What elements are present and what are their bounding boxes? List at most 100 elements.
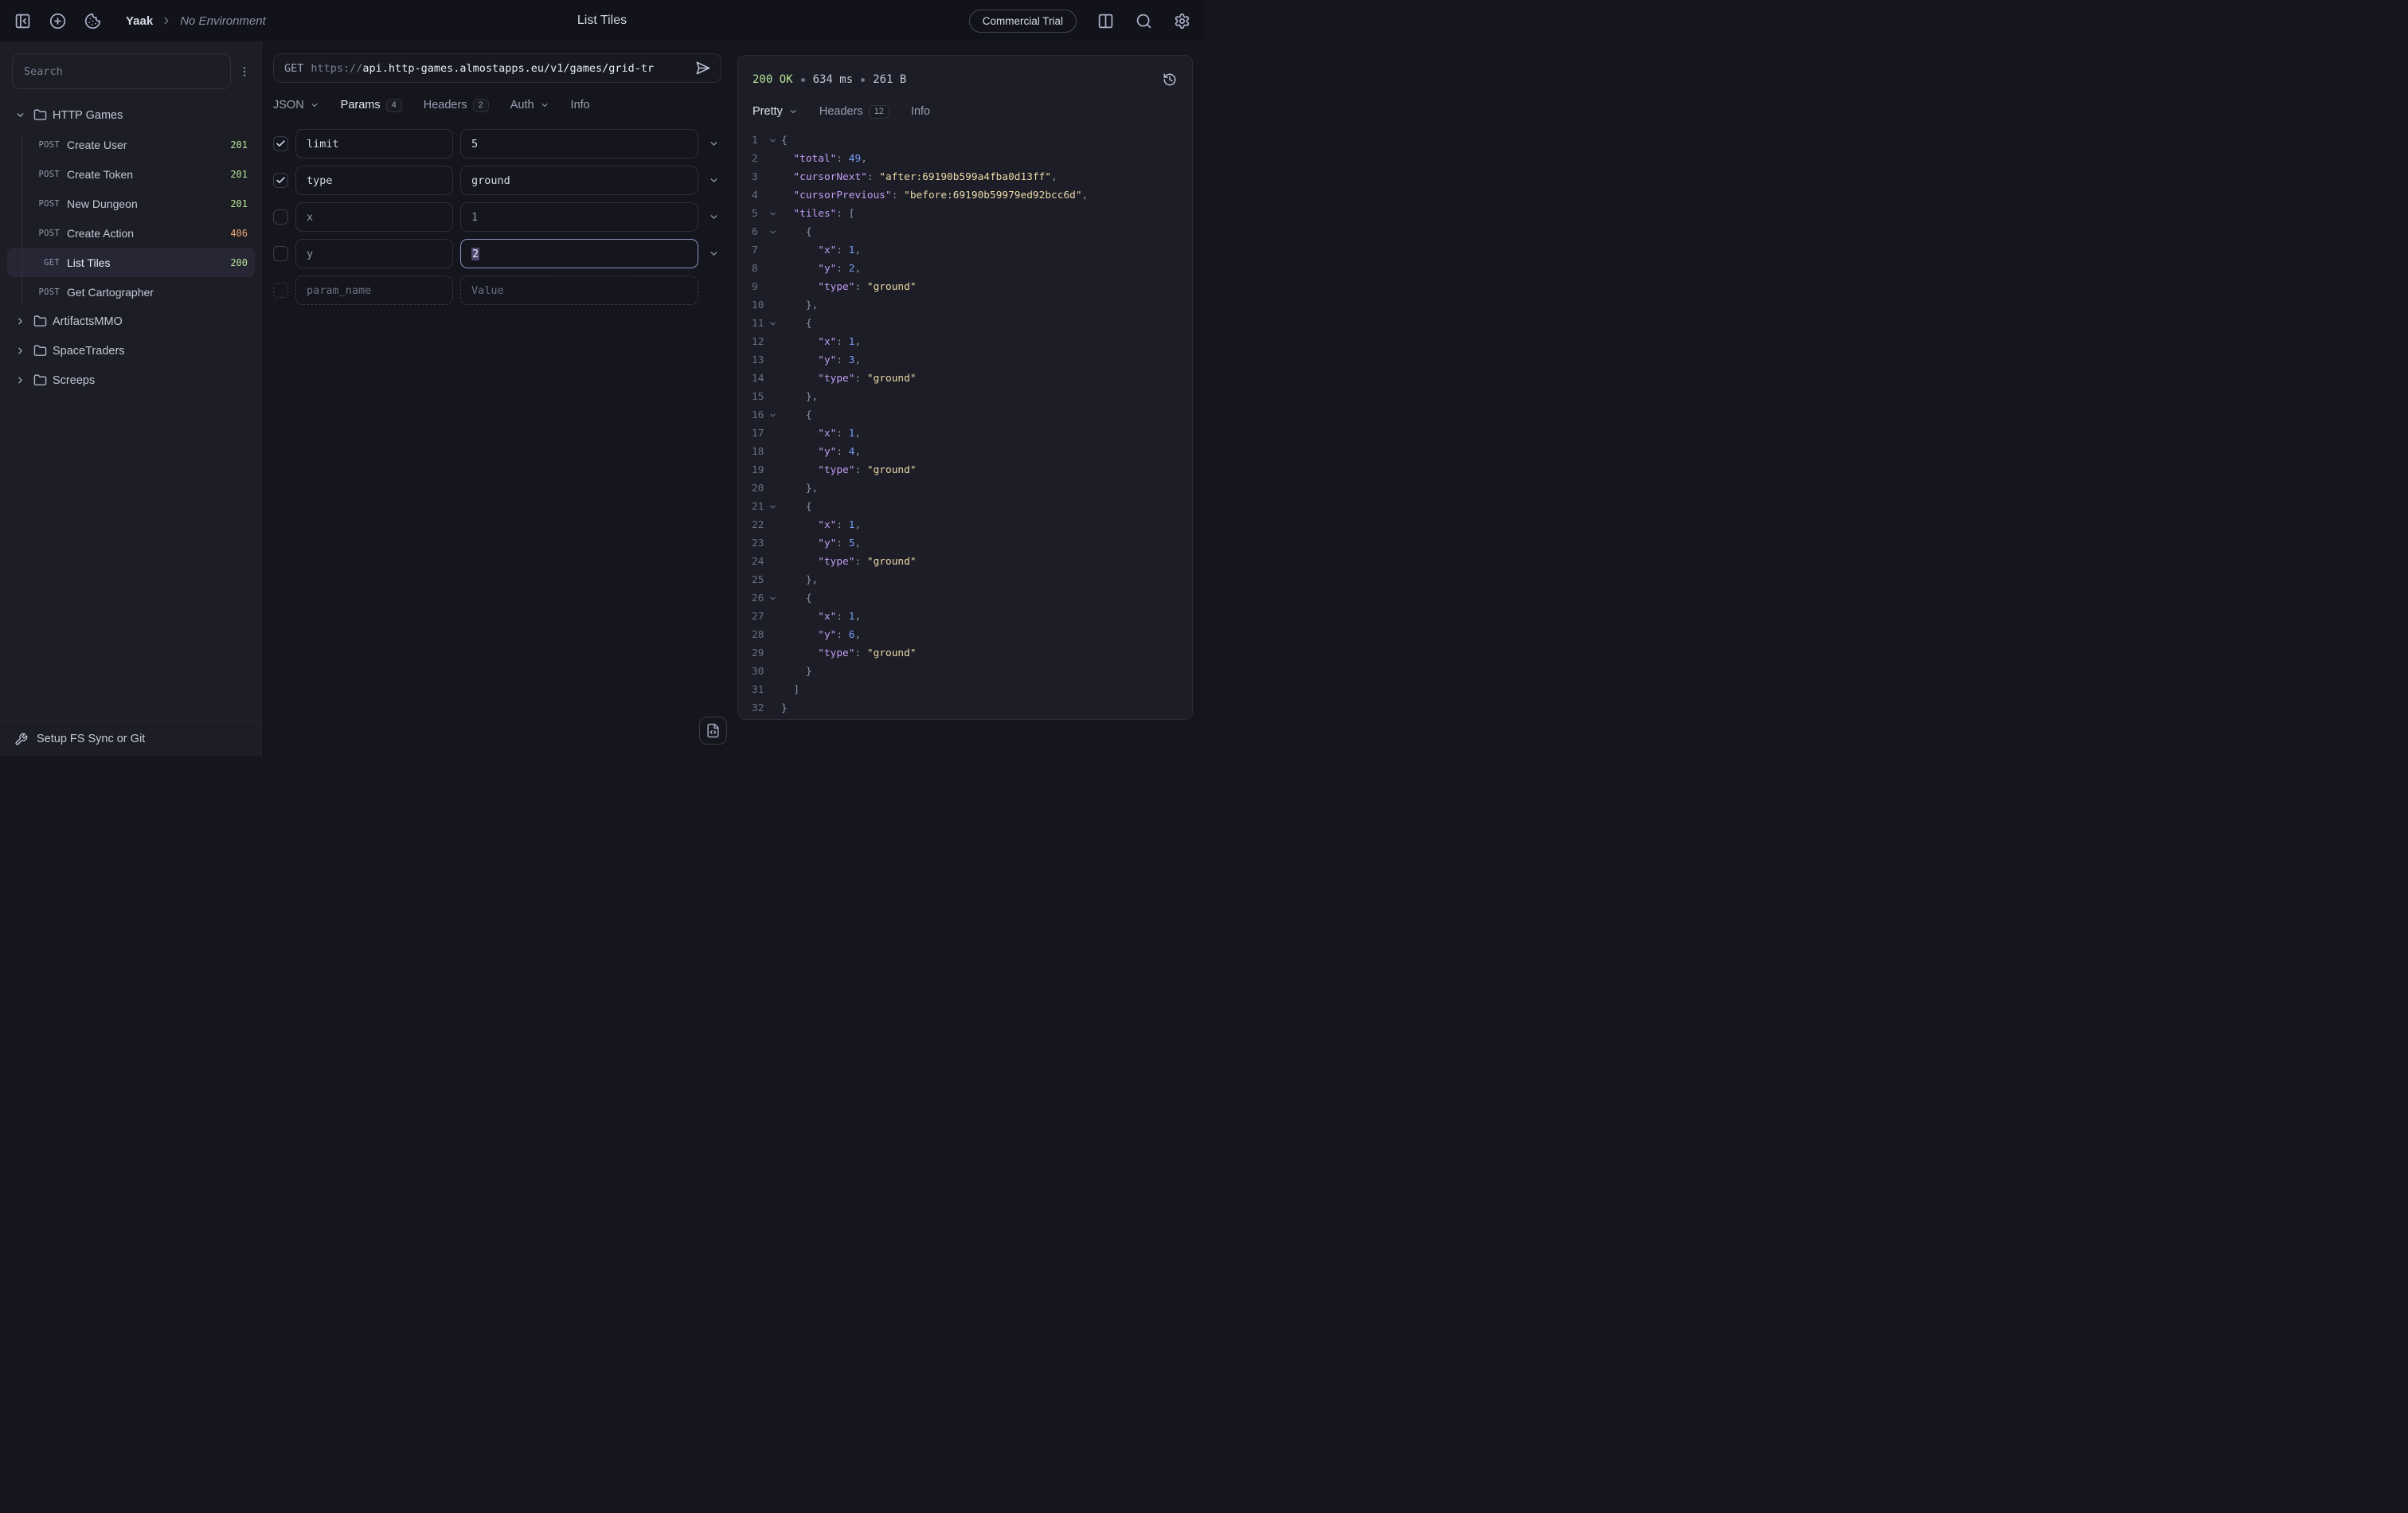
request-tab-headers[interactable]: Headers2 xyxy=(424,99,489,112)
param-name-input[interactable]: limit xyxy=(295,129,453,158)
param-value-dropdown-icon[interactable] xyxy=(706,175,721,186)
search-icon[interactable] xyxy=(1134,11,1153,30)
fold-chevron-icon[interactable] xyxy=(764,209,781,218)
response-tab-info[interactable]: Info xyxy=(911,105,930,118)
sidebar-folder-screeps[interactable]: Screeps xyxy=(7,366,255,395)
url-path: api.http-games.almostapps.eu/v1/games/gr… xyxy=(362,62,654,75)
request-method-label: POST xyxy=(31,229,60,238)
param-value-input[interactable]: ground xyxy=(460,166,698,195)
chevron-down-icon xyxy=(788,107,798,116)
line-number: 26 xyxy=(738,589,764,608)
chevron-right-icon[interactable] xyxy=(10,346,29,356)
request-tab-json[interactable]: JSON xyxy=(273,99,319,111)
fold-chevron-icon[interactable] xyxy=(764,594,781,603)
fold-chevron-icon[interactable] xyxy=(764,228,781,237)
param-enabled-checkbox[interactable] xyxy=(273,209,288,225)
app-body: HTTP GamesPOSTCreate User201POSTCreate T… xyxy=(0,42,1204,756)
fold-chevron-icon[interactable] xyxy=(764,411,781,420)
line-number: 10 xyxy=(738,296,764,315)
param-name-input[interactable]: param_name xyxy=(295,276,453,305)
chevron-down-icon[interactable] xyxy=(10,110,29,120)
sidebar-folder-http-games[interactable]: HTTP Games xyxy=(7,100,255,130)
param-name-input[interactable]: y xyxy=(295,239,453,268)
param-enabled-checkbox[interactable] xyxy=(273,246,288,261)
request-tab-auth[interactable]: Auth xyxy=(510,99,549,111)
url-input[interactable]: https://api.http-games.almostapps.eu/v1/… xyxy=(311,62,692,75)
code-line: 18 "y": 4, xyxy=(738,443,1192,461)
split-layout-icon[interactable] xyxy=(1096,11,1115,30)
fold-chevron-icon[interactable] xyxy=(764,502,781,511)
add-request-icon[interactable] xyxy=(48,11,67,30)
line-number: 23 xyxy=(738,534,764,553)
chevron-down-icon xyxy=(310,100,319,110)
environment-selector[interactable]: No Environment xyxy=(180,14,266,28)
sidebar-folder-artifactsmmo[interactable]: ArtifactsMMO xyxy=(7,307,255,336)
param-value-input[interactable]: 1 xyxy=(460,202,698,232)
workspace-name[interactable]: Yaak xyxy=(126,14,153,28)
param-name-input[interactable]: type xyxy=(295,166,453,195)
fold-chevron-icon[interactable] xyxy=(764,319,781,328)
request-tab-info[interactable]: Info xyxy=(571,99,590,111)
status-code-badge: 201 xyxy=(230,198,248,209)
line-number: 17 xyxy=(738,424,764,443)
param-value-dropdown-icon[interactable] xyxy=(706,212,721,222)
param-value-dropdown-icon[interactable] xyxy=(706,248,721,259)
commercial-trial-button[interactable]: Commercial Trial xyxy=(969,10,1077,33)
sidebar-toggle-icon[interactable] xyxy=(13,11,32,30)
code-text: "x": 1, xyxy=(781,424,861,443)
response-body-file-icon[interactable] xyxy=(699,717,727,745)
search-input[interactable] xyxy=(12,53,231,89)
sidebar-item-create-token[interactable]: POSTCreate Token201 xyxy=(7,159,255,189)
code-text: { xyxy=(781,131,788,150)
cookie-icon[interactable] xyxy=(83,11,102,30)
code-line: 11 { xyxy=(738,315,1192,333)
sidebar-item-create-user[interactable]: POSTCreate User201 xyxy=(7,130,255,159)
tab-count-badge: 12 xyxy=(869,105,889,119)
setup-sync-button[interactable]: Setup FS Sync or Git xyxy=(0,721,261,756)
code-text: ] xyxy=(781,681,799,699)
line-number: 19 xyxy=(738,461,764,479)
param-enabled-checkbox[interactable] xyxy=(273,173,288,188)
fold-chevron-icon[interactable] xyxy=(764,136,781,145)
response-tabs: Pretty Headers 12 Info xyxy=(738,100,1192,123)
settings-gear-icon[interactable] xyxy=(1172,11,1191,30)
line-number: 15 xyxy=(738,388,764,406)
param-value-input[interactable]: 5 xyxy=(460,129,698,158)
sidebar-item-list-tiles[interactable]: GETList Tiles200 xyxy=(7,248,255,277)
code-line: 8 "y": 2, xyxy=(738,260,1192,278)
param-name-input[interactable]: x xyxy=(295,202,453,232)
code-line: 14 "type": "ground" xyxy=(738,369,1192,388)
tab-label: Headers xyxy=(819,105,863,118)
code-text: "y": 3, xyxy=(781,351,861,369)
url-bar[interactable]: GET https://api.http-games.almostapps.eu… xyxy=(273,53,721,83)
response-tab-headers[interactable]: Headers 12 xyxy=(819,105,889,119)
sidebar-folder-spacetraders[interactable]: SpaceTraders xyxy=(7,336,255,366)
response-tab-pretty[interactable]: Pretty xyxy=(752,105,798,118)
param-value-input[interactable]: 2 xyxy=(460,239,698,268)
line-number: 28 xyxy=(738,626,764,644)
code-text: { xyxy=(781,406,812,424)
param-enabled-checkbox[interactable] xyxy=(273,136,288,151)
param-value-dropdown-icon[interactable] xyxy=(706,139,721,149)
sidebar-item-new-dungeon[interactable]: POSTNew Dungeon201 xyxy=(7,189,255,218)
param-value-input[interactable]: Value xyxy=(460,276,698,305)
sidebar-item-create-action[interactable]: POSTCreate Action406 xyxy=(7,218,255,248)
line-number: 11 xyxy=(738,315,764,333)
code-line: 6 { xyxy=(738,223,1192,241)
line-number: 25 xyxy=(738,571,764,589)
history-icon[interactable] xyxy=(1159,69,1180,90)
chevron-right-icon[interactable] xyxy=(10,316,29,326)
sidebar-menu-icon[interactable] xyxy=(236,61,253,83)
sidebar-item-label: Screeps xyxy=(53,374,255,387)
param-enabled-checkbox[interactable] xyxy=(273,283,288,298)
send-request-icon[interactable] xyxy=(692,58,713,79)
request-tab-params[interactable]: Params4 xyxy=(341,99,402,112)
code-line: 24 "type": "ground" xyxy=(738,553,1192,571)
code-text: "type": "ground" xyxy=(781,644,917,663)
line-number: 18 xyxy=(738,443,764,461)
request-tabs: JSON Params4 Headers2 Auth Info xyxy=(273,93,721,117)
sidebar-item-get-cartographer[interactable]: POSTGet Cartographer xyxy=(7,277,255,307)
chevron-right-icon[interactable] xyxy=(10,375,29,385)
line-number: 4 xyxy=(738,186,764,205)
param-row-type: typeground xyxy=(273,166,721,195)
